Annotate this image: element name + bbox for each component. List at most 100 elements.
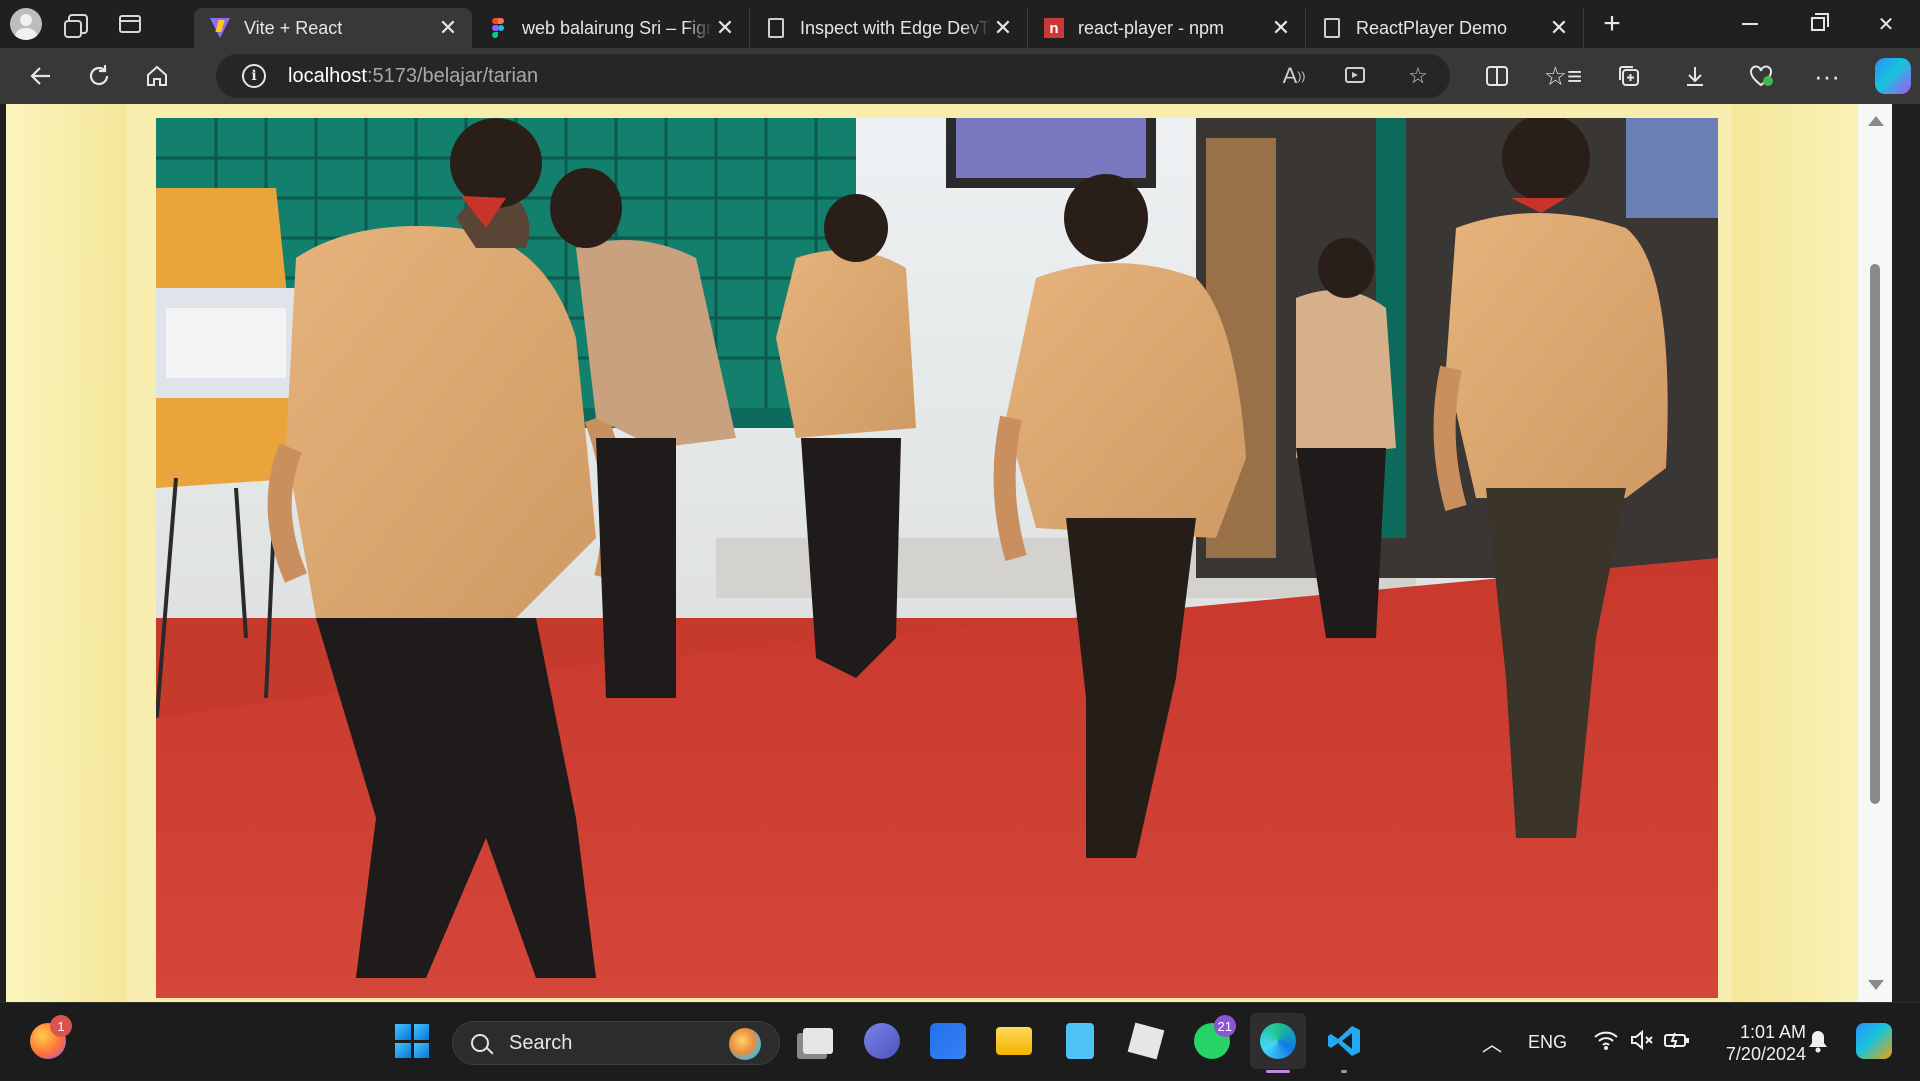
download-icon bbox=[1687, 67, 1703, 86]
chat-icon bbox=[864, 1023, 900, 1059]
tab-reactplayer-demo[interactable]: ReactPlayer Demo ✕ bbox=[1306, 8, 1584, 48]
collections-button[interactable] bbox=[52, 0, 104, 48]
favorite-star-icon[interactable]: ☆ bbox=[1398, 56, 1438, 96]
tab-title: ReactPlayer Demo bbox=[1356, 17, 1508, 38]
volume-muted-icon[interactable] bbox=[1629, 1029, 1655, 1056]
tab-npm[interactable]: n react-player - npm ✕ bbox=[1028, 8, 1306, 48]
folder-icon bbox=[996, 1027, 1032, 1055]
site-info-icon[interactable]: i bbox=[242, 64, 266, 88]
vscode-icon bbox=[1328, 1026, 1360, 1056]
tab-title: react-player - npm bbox=[1078, 17, 1225, 38]
notepad-button[interactable] bbox=[1052, 1013, 1108, 1069]
page-scrollbar[interactable] bbox=[1858, 104, 1892, 1002]
workspaces-icon bbox=[64, 14, 88, 38]
tab-vite-react[interactable]: Vite + React ✕ bbox=[194, 8, 472, 48]
copilot-icon bbox=[1875, 58, 1911, 94]
visual-studio-button[interactable] bbox=[920, 1013, 976, 1069]
vite-icon bbox=[210, 18, 230, 38]
battery-icon[interactable] bbox=[1663, 1029, 1691, 1056]
copilot-taskbar-button[interactable] bbox=[1846, 1013, 1902, 1069]
settings-more-button[interactable]: ··· bbox=[1794, 48, 1860, 104]
tab-actions-icon bbox=[119, 15, 141, 33]
windows-taskbar: 1 Search 21 ︿ ENG 1:01 AM 7/20/2024 bbox=[0, 1002, 1920, 1080]
edge-button[interactable] bbox=[1250, 1013, 1306, 1073]
notifications-button[interactable] bbox=[1790, 1013, 1846, 1069]
document-icon bbox=[1322, 18, 1342, 38]
edge-icon bbox=[1260, 1023, 1296, 1059]
more-icon: ··· bbox=[1814, 60, 1840, 91]
tab-actions-button[interactable] bbox=[104, 0, 156, 48]
url-text[interactable]: localhost:5173/belajar/tarian bbox=[288, 65, 538, 88]
favorites-button[interactable]: ☆≡ bbox=[1530, 48, 1596, 104]
active-indicator bbox=[1266, 1070, 1290, 1073]
scroll-up-arrow-icon[interactable] bbox=[1868, 116, 1884, 126]
language-indicator[interactable]: ENG bbox=[1528, 1032, 1567, 1053]
tab-title: Inspect with Edge DevTools bbox=[800, 17, 991, 38]
new-tab-button[interactable]: + bbox=[1584, 0, 1640, 48]
roblox-button[interactable] bbox=[1118, 1013, 1174, 1069]
vscode-button[interactable] bbox=[1316, 1013, 1372, 1073]
immersive-reader-icon[interactable] bbox=[1336, 56, 1376, 96]
wifi-icon[interactable] bbox=[1593, 1029, 1619, 1056]
dance-video-player[interactable] bbox=[156, 118, 1718, 998]
roblox-icon bbox=[1127, 1022, 1165, 1060]
running-indicator bbox=[1341, 1070, 1347, 1073]
file-explorer-button[interactable] bbox=[986, 1013, 1042, 1069]
profile-avatar-icon bbox=[10, 8, 42, 40]
notification-badge: 21 bbox=[1213, 1015, 1236, 1037]
show-hidden-icons-chevron-icon[interactable]: ︿ bbox=[1474, 1028, 1510, 1057]
taskbar-search[interactable]: Search bbox=[452, 1021, 780, 1065]
tab-figma[interactable]: web balairung Sri – Figma ✕ bbox=[472, 8, 750, 48]
close-window-button[interactable]: ✕ bbox=[1852, 0, 1920, 48]
tab-edge-devtools[interactable]: Inspect with Edge DevTools ✕ bbox=[750, 8, 1028, 48]
search-highlight-icon bbox=[729, 1028, 761, 1060]
close-icon[interactable]: ✕ bbox=[713, 15, 737, 40]
refresh-button[interactable] bbox=[70, 48, 128, 104]
downloads-button[interactable] bbox=[1662, 48, 1728, 104]
close-icon[interactable]: ✕ bbox=[991, 15, 1015, 40]
collections-icon bbox=[1619, 66, 1639, 86]
heart-health-icon bbox=[1750, 65, 1773, 87]
bell-icon bbox=[1809, 1031, 1827, 1053]
firefox-taskbar-button[interactable]: 1 bbox=[20, 1013, 76, 1069]
split-screen-icon bbox=[1486, 66, 1508, 86]
home-button[interactable] bbox=[128, 48, 186, 104]
close-icon[interactable]: ✕ bbox=[1547, 15, 1571, 40]
read-aloud-icon[interactable]: A)) bbox=[1274, 56, 1314, 96]
split-screen-button[interactable] bbox=[1464, 48, 1530, 104]
browser-essentials-button[interactable] bbox=[1728, 48, 1794, 104]
notification-badge: 1 bbox=[50, 1015, 72, 1037]
restore-button[interactable] bbox=[1784, 0, 1852, 48]
scrollbar-thumb[interactable] bbox=[1870, 264, 1880, 804]
restore-icon bbox=[1811, 13, 1829, 31]
close-icon[interactable]: ✕ bbox=[1269, 15, 1293, 40]
browser-toolbar: i localhost:5173/belajar/tarian A)) ☆ ☆≡… bbox=[0, 48, 1920, 104]
windows-start-icon bbox=[395, 1024, 429, 1058]
page-viewport bbox=[6, 104, 1892, 1002]
back-arrow-icon bbox=[30, 67, 50, 85]
minimize-button[interactable] bbox=[1716, 0, 1784, 48]
scroll-down-arrow-icon[interactable] bbox=[1868, 980, 1884, 990]
notepad-icon bbox=[1066, 1023, 1094, 1059]
close-icon[interactable]: ✕ bbox=[436, 15, 460, 40]
home-icon bbox=[147, 65, 167, 86]
task-view-button[interactable] bbox=[790, 1013, 846, 1069]
figma-icon bbox=[488, 18, 508, 38]
address-bar-actions: A)) ☆ bbox=[1274, 54, 1438, 98]
npm-icon: n bbox=[1044, 18, 1064, 38]
start-button[interactable] bbox=[384, 1013, 440, 1069]
close-icon: ✕ bbox=[1877, 13, 1895, 36]
collections-toolbar-button[interactable] bbox=[1596, 48, 1662, 104]
teams-chat-button[interactable] bbox=[854, 1013, 910, 1069]
window-controls: ✕ bbox=[1716, 0, 1920, 48]
copilot-button[interactable] bbox=[1860, 48, 1920, 104]
profile-button[interactable] bbox=[0, 0, 52, 48]
address-bar[interactable]: i localhost:5173/belajar/tarian A)) ☆ bbox=[216, 54, 1450, 98]
toolbar-right: ☆≡ ··· bbox=[1464, 48, 1920, 104]
search-label: Search bbox=[509, 1031, 573, 1054]
back-button[interactable] bbox=[12, 48, 70, 104]
tab-title: Vite + React bbox=[244, 17, 343, 38]
task-view-icon bbox=[803, 1028, 833, 1054]
video-frame bbox=[156, 118, 1718, 998]
whatsapp-button[interactable]: 21 bbox=[1184, 1013, 1240, 1069]
